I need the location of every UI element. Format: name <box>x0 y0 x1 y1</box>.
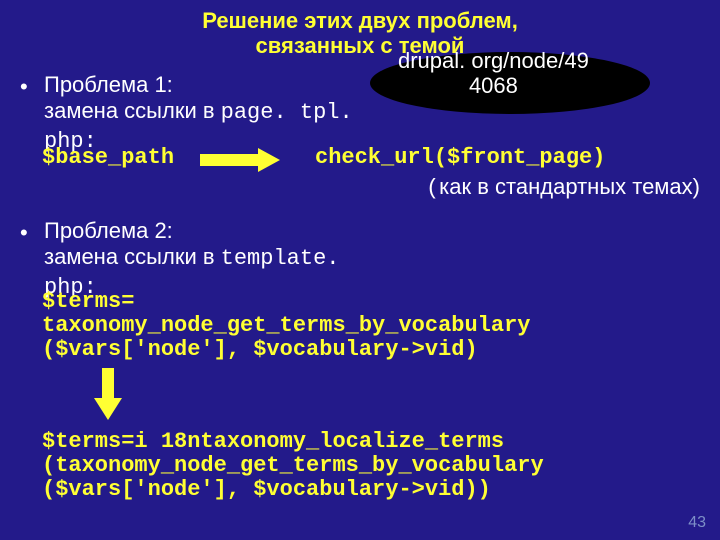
callout-text: drupal. org/node/49 4068 <box>398 48 589 99</box>
arrow-right-icon <box>200 150 285 170</box>
code-base-path: $base_path <box>42 145 174 170</box>
note-paren: ( <box>426 176 439 201</box>
bullet-dot-icon: • <box>20 220 28 246</box>
bullet-dot-icon: • <box>20 74 28 100</box>
problem1-text: замена ссылки в <box>44 98 221 123</box>
callout-line-1: drupal. org/node/49 <box>398 48 589 73</box>
page-number: 43 <box>688 514 706 532</box>
code-check-url: check_url($front_page) <box>315 145 605 170</box>
bullet-problem-1: • Проблема 1: замена ссылки в page. tpl.… <box>44 72 404 155</box>
note-text: (как в стандартных темах) <box>426 174 700 201</box>
title-line-1: Решение этих двух проблем, <box>202 8 518 33</box>
problem2-text: замена ссылки в <box>44 244 221 269</box>
codeblock-before: $terms= taxonomy_node_get_terms_by_vocab… <box>42 290 530 363</box>
problem1-label: Проблема 1: <box>44 72 173 97</box>
note-body: как в стандартных темах) <box>439 174 700 199</box>
slide: Решение этих двух проблем, связанных с т… <box>0 0 720 540</box>
arrow-down-icon <box>96 368 120 423</box>
callout-line-2: 4068 <box>469 73 518 98</box>
codeblock-after: $terms=i 18ntaxonomy_localize_terms (tax… <box>42 430 544 503</box>
slide-title: Решение этих двух проблем, связанных с т… <box>0 8 720 59</box>
problem2-label: Проблема 2: <box>44 218 173 243</box>
